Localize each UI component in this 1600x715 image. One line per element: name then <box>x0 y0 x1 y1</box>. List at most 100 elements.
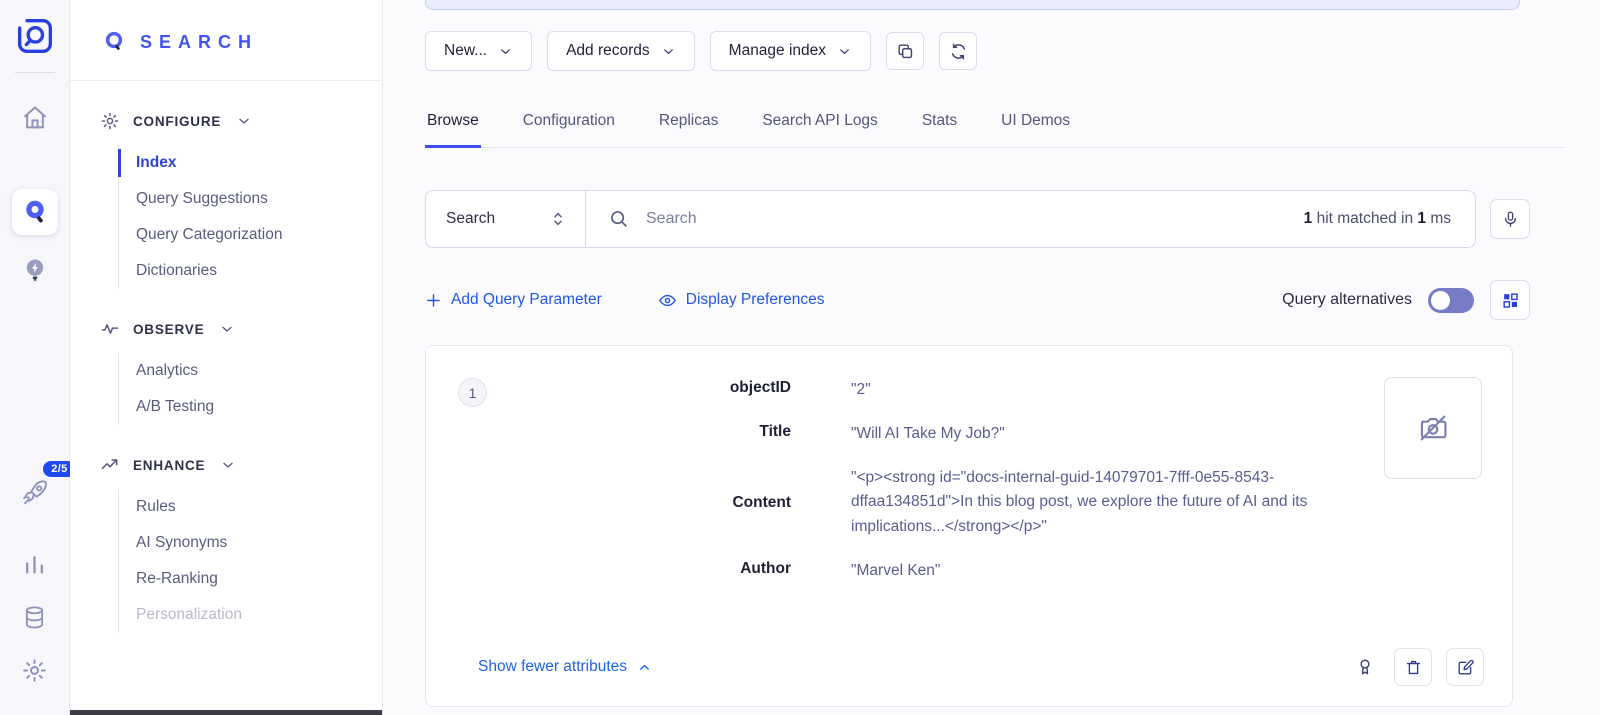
search-scope-select[interactable]: Search <box>426 191 586 247</box>
search-product-icon[interactable] <box>12 189 58 235</box>
hits-unit: ms <box>1430 210 1451 227</box>
sidebar-section-observe[interactable]: OBSERVE <box>100 319 382 339</box>
algolia-logo-icon[interactable] <box>15 16 55 56</box>
query-parameter-row: Add Query Parameter Display Preferences … <box>425 280 1530 320</box>
sidebar-item-ab-testing[interactable]: A/B Testing <box>136 389 382 425</box>
chevron-down-icon <box>236 113 252 129</box>
chevron-down-icon <box>219 321 235 337</box>
new-button-label: New... <box>444 42 487 60</box>
tab-ui-demos[interactable]: UI Demos <box>999 104 1072 148</box>
edit-icon[interactable] <box>1446 648 1484 686</box>
tab-configuration[interactable]: Configuration <box>521 104 617 148</box>
sidebar-item-analytics[interactable]: Analytics <box>136 353 382 389</box>
sidebar-item-index[interactable]: Index <box>136 145 382 181</box>
new-button[interactable]: New... <box>425 31 532 71</box>
index-toolbar: New... Add records Manage index <box>425 31 977 71</box>
attribute-value: "2" <box>851 378 1322 403</box>
rocket-icon[interactable] <box>16 474 54 512</box>
record-image-placeholder <box>1384 377 1482 479</box>
show-fewer-attributes-link[interactable]: Show fewer attributes <box>478 658 652 676</box>
show-fewer-label: Show fewer attributes <box>478 658 627 676</box>
sidebar-section-enhance[interactable]: ENHANCE <box>100 455 382 475</box>
sidebar-bottom-strip <box>70 710 382 715</box>
settings-gear-icon[interactable] <box>16 651 54 689</box>
sidebar-item-query-suggestions[interactable]: Query Suggestions <box>136 181 382 217</box>
search-product-small-icon <box>102 30 126 54</box>
record-card: 1 objectID "2" Title "Will AI Take My Jo… <box>425 345 1513 707</box>
record-card-footer: Show fewer attributes <box>478 648 1484 686</box>
eye-icon <box>658 291 677 310</box>
tab-replicas[interactable]: Replicas <box>657 104 720 148</box>
product-title: SEARCH <box>140 32 258 53</box>
display-preferences-label: Display Preferences <box>686 291 825 309</box>
section-label: ENHANCE <box>133 458 205 473</box>
main-content: New... Add records Manage index <box>383 0 1600 715</box>
chevron-down-icon <box>220 457 236 473</box>
recommend-icon[interactable] <box>16 251 54 289</box>
pulse-icon <box>100 319 120 339</box>
attribute-value: "Marvel Ken" <box>851 559 1322 584</box>
refresh-icon[interactable] <box>939 32 977 70</box>
section-label: CONFIGURE <box>133 114 221 129</box>
attribute-name: Content <box>426 493 791 512</box>
ribbon-icon[interactable] <box>1350 648 1380 686</box>
sidebar-item-ai-synonyms[interactable]: AI Synonyms <box>136 525 382 561</box>
add-records-label: Add records <box>566 42 650 60</box>
search-sidebar: SEARCH CONFIGURE Index Query Suggestions… <box>70 0 383 715</box>
bar-chart-icon[interactable] <box>16 545 54 583</box>
sidebar-item-personalization[interactable]: Personalization <box>136 597 382 633</box>
tab-search-api-logs[interactable]: Search API Logs <box>760 104 879 148</box>
sidebar-item-query-categorization[interactable]: Query Categorization <box>136 217 382 253</box>
home-icon[interactable] <box>16 99 54 137</box>
add-query-parameter-label: Add Query Parameter <box>451 291 602 309</box>
camera-off-icon <box>1416 411 1450 445</box>
add-query-parameter-link[interactable]: Add Query Parameter <box>425 291 602 309</box>
attribute-name: Author <box>426 559 791 584</box>
sidebar-item-re-ranking[interactable]: Re-Ranking <box>136 561 382 597</box>
query-alternatives-toggle[interactable] <box>1428 288 1474 313</box>
sidebar-section-configure[interactable]: CONFIGURE <box>100 111 382 131</box>
attribute-value: "Will AI Take My Job?" <box>851 422 1322 447</box>
display-preferences-link[interactable]: Display Preferences <box>658 291 825 310</box>
chevron-down-icon <box>498 44 513 59</box>
query-alternatives-label: Query alternatives <box>1282 291 1412 309</box>
trend-up-icon <box>100 455 120 475</box>
hits-text: hit matched in <box>1317 210 1414 227</box>
attribute-name: Title <box>426 422 791 447</box>
search-scope-label: Search <box>446 210 495 228</box>
database-icon[interactable] <box>16 598 54 636</box>
tab-stats[interactable]: Stats <box>920 104 959 148</box>
section-label: OBSERVE <box>133 322 204 337</box>
sidebar-item-dictionaries[interactable]: Dictionaries <box>136 253 382 289</box>
sidebar-header: SEARCH <box>70 0 382 54</box>
record-attributes: objectID "2" Title "Will AI Take My Job?… <box>426 378 1322 584</box>
copy-icon[interactable] <box>886 32 924 70</box>
attribute-value: "<p><strong id="docs-internal-guid-14079… <box>851 466 1322 540</box>
index-tabs: Browse Configuration Replicas Search API… <box>425 104 1565 148</box>
plus-icon <box>425 292 442 309</box>
gear-icon <box>100 111 120 131</box>
hits-summary: 1 hit matched in 1 ms <box>1304 210 1453 228</box>
search-bar: Search 1 hit matched in 1 ms <box>425 190 1476 248</box>
rail-bottom-group: 2/5 <box>16 474 54 689</box>
grid-view-icon[interactable] <box>1490 280 1530 320</box>
add-records-button[interactable]: Add records <box>547 31 695 71</box>
sidebar-item-rules[interactable]: Rules <box>136 489 382 525</box>
search-row: Search 1 hit matched in 1 ms <box>425 190 1530 248</box>
index-header-bar <box>425 0 1520 10</box>
hits-time: 1 <box>1417 210 1426 227</box>
chevron-down-icon <box>661 44 676 59</box>
tab-browse[interactable]: Browse <box>425 104 481 148</box>
attribute-name: objectID <box>426 378 791 403</box>
chevron-up-icon <box>637 660 652 675</box>
hits-count: 1 <box>1304 210 1313 227</box>
search-icon <box>608 208 630 230</box>
manage-index-button[interactable]: Manage index <box>710 31 871 71</box>
sidebar-divider <box>70 80 382 81</box>
delete-icon[interactable] <box>1394 648 1432 686</box>
sort-chevrons-icon <box>549 210 567 228</box>
rail-divider <box>15 72 55 73</box>
manage-index-label: Manage index <box>729 42 826 60</box>
microphone-icon[interactable] <box>1490 199 1530 239</box>
search-input[interactable] <box>646 210 1288 228</box>
